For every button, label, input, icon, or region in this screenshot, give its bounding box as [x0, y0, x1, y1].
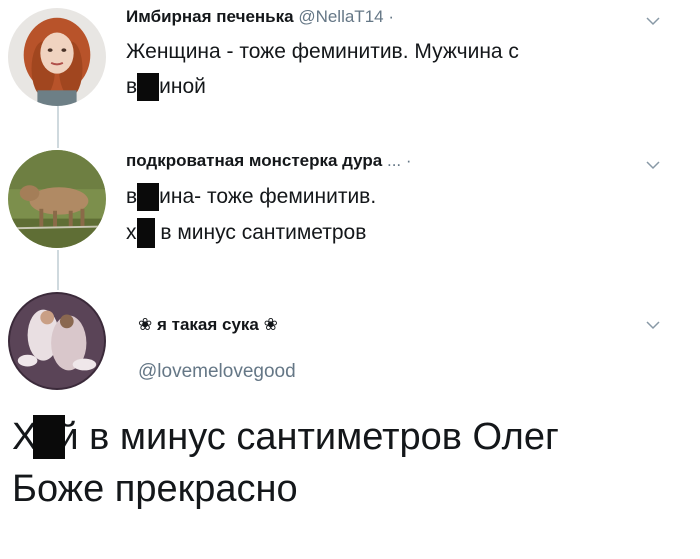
user-handle[interactable]: @lovemelovegood — [138, 361, 296, 382]
avatar-image — [8, 8, 106, 106]
censor-block — [33, 414, 66, 459]
tweet-text-line: в иной — [126, 71, 206, 102]
tweet-text: Женщина - тоже феминитив. Мужчина с — [126, 40, 519, 63]
avatar[interactable] — [8, 292, 106, 390]
censor-block — [137, 73, 160, 102]
chevron-down-icon[interactable] — [646, 158, 660, 172]
separator-dot: · — [388, 7, 395, 26]
tweet-text: иной — [159, 75, 206, 98]
truncation-ellipsis: ... — [386, 151, 402, 170]
separator-dot: · — [405, 151, 412, 170]
chevron-down-icon[interactable] — [646, 318, 660, 332]
avatar[interactable] — [8, 8, 106, 106]
reply-text: Боже прекрасно — [12, 468, 298, 510]
avatar-image — [8, 292, 106, 390]
tweet-header: подкроватная монстерка дура ... · — [126, 150, 412, 172]
chevron-down-icon[interactable] — [646, 14, 660, 28]
avatar[interactable] — [8, 150, 106, 248]
tweet-text: х — [126, 221, 137, 244]
censor-block — [137, 183, 160, 212]
tweet-text: в — [126, 185, 138, 208]
reply-text-line: Боже прекрасно — [12, 465, 298, 513]
tweet-text-line: х в минус сантиметров — [126, 217, 367, 249]
thread-connector-line — [57, 250, 59, 290]
avatar-image — [8, 150, 106, 248]
tweet-text-line: в ина- тоже феминитив. — [126, 181, 376, 212]
reply-text: й в минус сантиметров Олег — [57, 416, 559, 458]
reply-text-line: Хй в минус сантиметров Олег — [12, 413, 559, 461]
display-name[interactable]: я такая сука — [157, 315, 259, 334]
thread-connector-line — [57, 106, 59, 148]
reply-handle-row: @lovemelovegood — [138, 361, 296, 383]
tweet-header: Имбирная печенька @NellaT14 · — [126, 6, 394, 28]
flower-icon: ❀ — [263, 315, 278, 334]
tweet-text: в — [126, 75, 138, 98]
tweet-text: ина- тоже феминитив. — [159, 185, 377, 208]
display-name[interactable]: подкроватная монстерка дура — [126, 151, 382, 170]
reply-header: ❀ я такая сука ❀ — [138, 314, 278, 336]
tweet-text: в минус сантиметров — [154, 221, 367, 244]
flower-icon: ❀ — [138, 315, 153, 334]
censor-block — [136, 218, 155, 249]
display-name[interactable]: Имбирная печенька — [126, 7, 294, 26]
user-handle[interactable]: @NellaT14 — [298, 7, 383, 26]
tweet-text-line: Женщина - тоже феминитив. Мужчина с — [126, 36, 519, 67]
